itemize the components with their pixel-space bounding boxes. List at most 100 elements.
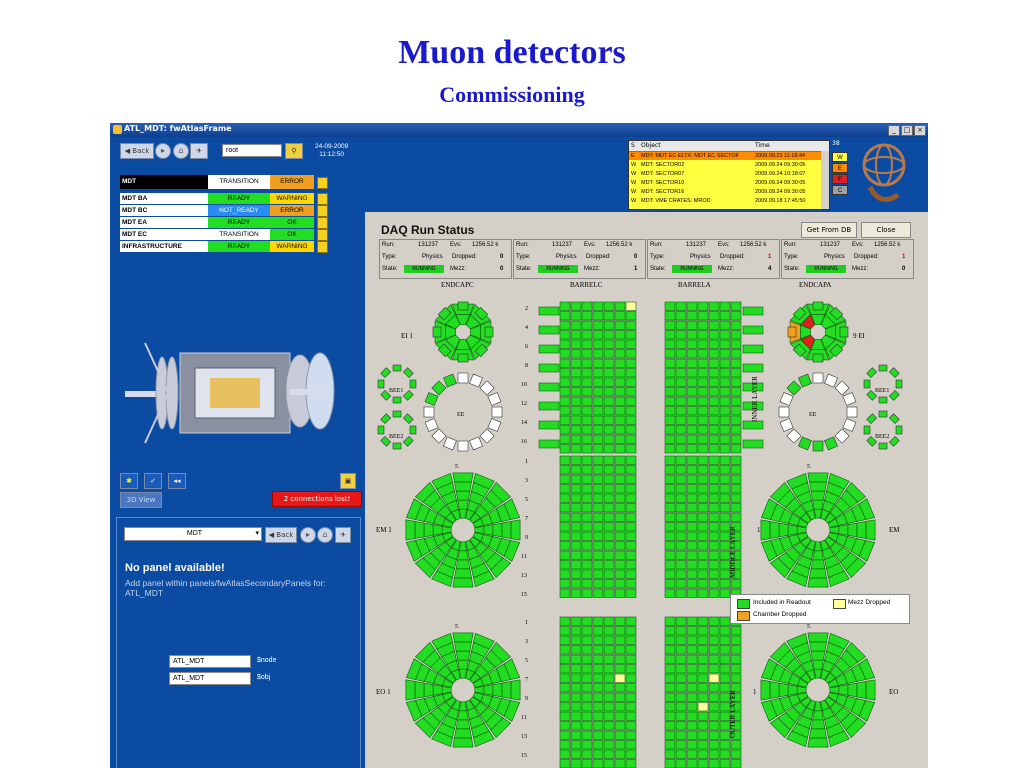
status-row-status[interactable]: OK xyxy=(270,217,314,228)
middle-barrel-c-cell xyxy=(559,512,571,522)
em-c-text: EM xyxy=(376,526,387,534)
inner-barrel-c-cell xyxy=(614,349,626,359)
middle-barrel-c-cell xyxy=(625,579,637,589)
bee-2-chamber xyxy=(866,367,878,379)
inner-stub-a xyxy=(742,420,764,430)
severity-filter-button[interactable]: W xyxy=(832,152,848,162)
node-label: $node xyxy=(257,657,277,664)
middle-barrel-c-cell xyxy=(592,484,604,494)
alarm-row[interactable]: W MDT: VME CRATES: MROD 2009.09.18 17:45:5… xyxy=(629,197,821,205)
status-row-state[interactable]: READY xyxy=(208,217,270,228)
severity-filter-button[interactable]: E xyxy=(832,163,848,173)
alarm-scrollbar[interactable] xyxy=(821,151,829,209)
inner-barrel-a-cell xyxy=(708,358,720,368)
alarm-object: MDT: SECTOR07 xyxy=(641,171,685,177)
close-window-button[interactable]: × xyxy=(914,125,926,136)
inner-barrel-a-cell xyxy=(675,339,687,349)
search-button[interactable]: ⚲ xyxy=(285,143,303,159)
middle-barrel-c-cell xyxy=(570,484,582,494)
3d-view-button[interactable]: 3D View xyxy=(120,492,162,508)
lock-icon[interactable] xyxy=(317,177,328,189)
lock-icon[interactable] xyxy=(317,205,328,217)
outer-barrel-c-cell xyxy=(603,692,615,702)
lock-icon[interactable] xyxy=(317,229,328,241)
lock-icon[interactable] xyxy=(317,217,328,229)
middle-barrel-a-cell xyxy=(697,522,709,532)
alarm-row[interactable]: W MDT: SECTOR10 2009.09.24 09:30:05 xyxy=(629,179,821,187)
lock-icon[interactable] xyxy=(317,193,328,205)
inner-barrel-c-cell xyxy=(570,301,582,311)
panel-navigate-button[interactable]: ✈ xyxy=(335,527,351,543)
outer-barrel-c-cell xyxy=(603,654,615,664)
inner-barrel-c-cell xyxy=(570,330,582,340)
severity-filter-button[interactable]: F xyxy=(832,174,848,184)
rewind-button[interactable]: ◂◂ xyxy=(168,473,186,489)
alarm-object: MDT: SECTOR16 xyxy=(641,189,685,195)
back-button[interactable]: ◀ Back xyxy=(120,143,154,159)
obj-input[interactable] xyxy=(169,672,251,685)
outer-barrel-c-cell xyxy=(592,721,604,731)
panel-back-button[interactable]: ◀ Back xyxy=(265,527,297,543)
forward-button[interactable]: ▸ xyxy=(155,143,171,159)
inner-barrel-a-cell xyxy=(686,358,698,368)
inner-barrel-a-cell xyxy=(664,425,676,435)
middle-barrel-c-cell xyxy=(614,493,626,503)
maximize-button[interactable]: □ xyxy=(901,125,913,136)
outer-barrel-c-cell xyxy=(581,702,593,712)
middle-barrel-a-cell xyxy=(686,455,698,465)
status-row-state[interactable]: READY xyxy=(208,193,270,204)
alarm-row[interactable]: E MDT: MDT EC ELTX: MDT EC SECTOF 2009.09.… xyxy=(629,152,821,160)
outer-barrel-c-cell xyxy=(559,702,571,712)
outer-barrel-a-cell xyxy=(719,664,731,674)
status-row-status[interactable]: WARNING xyxy=(270,193,314,204)
lock-icon[interactable] xyxy=(317,241,328,253)
inner-barrel-c-cell xyxy=(625,406,637,416)
middle-barrel-c-cell xyxy=(592,455,604,465)
status-row-status[interactable]: WARNING xyxy=(270,241,314,252)
outer-barrel-a-cell xyxy=(697,626,709,636)
inner-barrel-a-cell xyxy=(730,415,742,425)
inner-barrel-a-cell xyxy=(708,330,720,340)
fw-atlas-frame-window: ATL_MDT: fwAtlasFrame _ □ × ◀ Back ▸ ⌂ ✈… xyxy=(110,123,928,768)
status-row-state[interactable]: READY xyxy=(208,241,270,252)
alarm-row[interactable]: W MDT: SECTOR07 2009.09.24 10:18:07 xyxy=(629,170,821,178)
inner-barrel-c-cell xyxy=(614,444,626,454)
middle-barrel-c-cell xyxy=(625,541,637,551)
settings-button[interactable]: ✱ xyxy=(120,473,138,489)
connections-lost-alert[interactable]: 2 connections lost! xyxy=(272,491,362,507)
severity-filter-button[interactable]: C xyxy=(832,185,848,195)
outer-barrel-a-cell xyxy=(730,626,742,636)
status-row-status[interactable]: OK xyxy=(270,229,314,240)
middle-barrel-c-cell xyxy=(581,560,593,570)
inner-barrel-a-cell xyxy=(730,444,742,454)
save-button[interactable]: ▣ xyxy=(340,473,356,489)
outer-barrel-a-cell xyxy=(697,645,709,655)
home-button[interactable]: ⌂ xyxy=(173,143,189,159)
outer-barrel-c-cell xyxy=(570,749,582,759)
status-row-state[interactable]: NOT_READY xyxy=(208,205,270,216)
status-row-state[interactable]: TRANSITION xyxy=(208,229,270,240)
panel-select[interactable]: MDT ▾ xyxy=(124,527,262,541)
atlas-logo-graphic xyxy=(862,143,906,202)
inner-barrel-c-cell xyxy=(614,311,626,321)
alarm-row[interactable]: W MDT: SECTOR02 2009.09.24 09:30:05 xyxy=(629,161,821,169)
panel-forward-button[interactable]: ▸ xyxy=(300,527,316,543)
row-number-label: 11 xyxy=(521,554,527,560)
node-input[interactable] xyxy=(169,655,251,668)
inner-barrel-c-cell xyxy=(559,311,571,321)
outer-barrel-c-cell xyxy=(603,664,615,674)
minimize-button[interactable]: _ xyxy=(888,125,900,136)
navigate-button[interactable]: ✈ xyxy=(190,143,208,159)
mdt-header-state[interactable]: TRANSITION xyxy=(208,175,270,189)
alarm-row[interactable]: W MDT: SECTOR16 2009.09.24 09:30:05 xyxy=(629,188,821,196)
inner-barrel-a-cell xyxy=(730,377,742,387)
status-row-status[interactable]: ERROR xyxy=(270,205,314,216)
check-button[interactable]: ✓ xyxy=(144,473,162,489)
bee-2-chamber xyxy=(895,379,903,389)
outer-barrel-a-cell xyxy=(730,645,742,655)
middle-barrel-c-cell xyxy=(625,550,637,560)
panel-home-button[interactable]: ⌂ xyxy=(317,527,333,543)
node-search-input[interactable] xyxy=(222,144,282,157)
mdt-header-status[interactable]: ERROR xyxy=(270,175,314,189)
inner-barrel-c-cell xyxy=(614,330,626,340)
